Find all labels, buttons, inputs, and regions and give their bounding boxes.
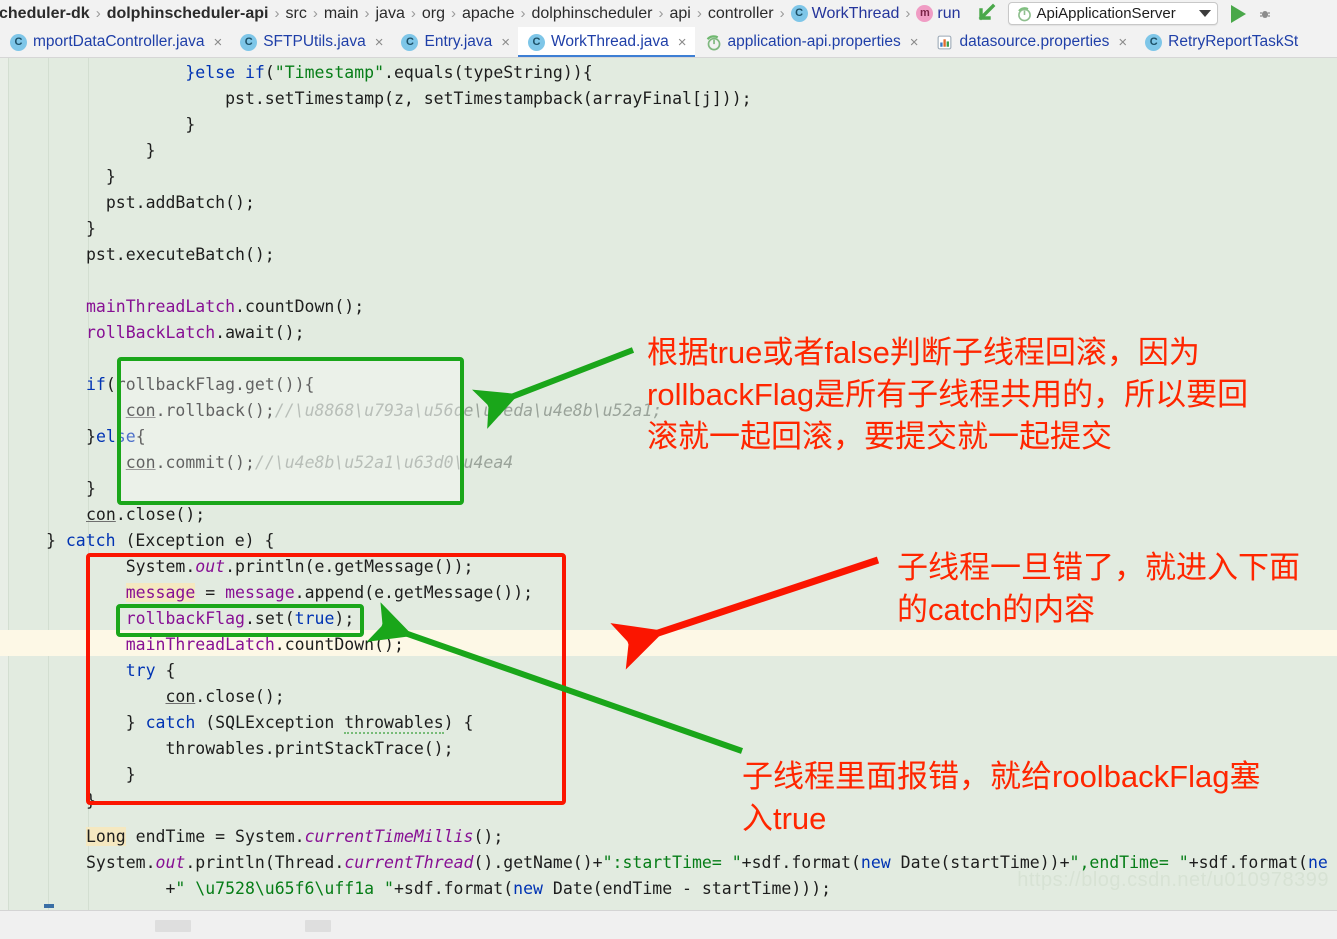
breadcrumb-separator: ›: [520, 5, 526, 22]
chevron-down-icon[interactable]: [1198, 10, 1211, 17]
spring-boot-icon: [1016, 6, 1032, 22]
breadcrumb-item-label: api: [669, 5, 691, 22]
breadcrumb-item-label: main: [323, 5, 359, 22]
breadcrumb-separator: ›: [410, 5, 416, 22]
breadcrumb-item-label: org: [421, 5, 445, 22]
breadcrumb-item-label: cheduler-dk: [0, 5, 90, 22]
run-configuration-selector[interactable]: ApiApplicationServer: [1007, 2, 1218, 25]
breadcrumb-item-src[interactable]: src: [280, 0, 311, 27]
editor-tab-workthread-java[interactable]: C WorkThread.java ×: [518, 27, 695, 57]
class-icon: C: [10, 33, 27, 51]
debug-button[interactable]: [1258, 7, 1272, 21]
breadcrumb-item-controller[interactable]: controller: [703, 0, 779, 27]
ide-window: cheduler-dk › dolphinscheduler-api › src › mai…: [0, 0, 1337, 939]
method-icon: m: [916, 5, 934, 22]
editor-tab-label: datasource.properties: [959, 33, 1110, 50]
editor-tab-label: WorkThread.java: [551, 33, 669, 50]
breadcrumb-separator: ›: [312, 5, 318, 22]
breadcrumb-bar: cheduler-dk › dolphinscheduler-api › src › mai…: [0, 0, 1337, 27]
run-configuration-label: ApiApplicationServer: [1036, 5, 1176, 22]
class-icon: C: [1145, 33, 1163, 51]
editor-tab-label: RetryReportTaskSt: [1168, 33, 1299, 50]
close-icon[interactable]: ×: [1118, 35, 1127, 50]
breadcrumb-item-api[interactable]: api: [664, 0, 695, 27]
editor-tab-label: mportDataController.java: [33, 33, 205, 50]
editor-tab-label: application-api.properties: [727, 33, 901, 50]
breadcrumb-separator: ›: [905, 5, 911, 22]
breadcrumb-item-label: dolphinscheduler: [531, 5, 653, 22]
status-bar: [0, 910, 1337, 939]
editor-tab-label: SFTPUtils.java: [263, 33, 366, 50]
editor-tab-mportdatacontroller-java[interactable]: CmportDataController.java ×: [0, 27, 231, 57]
breadcrumb-item-org[interactable]: org: [417, 0, 450, 27]
breadcrumb-item-dolphinscheduler-api[interactable]: dolphinscheduler-api: [102, 0, 274, 27]
breadcrumb-separator: ›: [274, 5, 280, 22]
breadcrumb-item-label: run: [937, 5, 961, 22]
code-editor[interactable]: }else if("Timestamp".equals(typeString))…: [0, 58, 1337, 910]
breadcrumb-separator: ›: [450, 5, 456, 22]
breadcrumb-item-workthread[interactable]: C WorkThread: [786, 0, 905, 27]
editor-tab-sftputils-java[interactable]: C SFTPUtils.java ×: [230, 27, 392, 57]
note-child-thread-error: 子线程一旦错了，就进入下面 的catch的内容: [897, 550, 1300, 627]
close-icon[interactable]: ×: [213, 35, 222, 50]
editor-tab-datasource-properties[interactable]: datasource.properties ×: [926, 27, 1136, 57]
breadcrumb-item-dolphinscheduler[interactable]: dolphinscheduler: [526, 0, 657, 27]
breadcrumb-item-label: java: [375, 5, 405, 22]
run-button[interactable]: [1230, 4, 1246, 23]
close-icon[interactable]: ×: [501, 35, 510, 50]
breadcrumb-separator: ›: [658, 5, 664, 22]
breadcrumb-item-label: src: [285, 5, 307, 22]
close-icon[interactable]: ×: [375, 35, 384, 50]
breadcrumb-item-java[interactable]: java: [371, 0, 410, 27]
editor-tab-entry-java[interactable]: C Entry.java ×: [391, 27, 519, 57]
code-text[interactable]: }else if("Timestamp".equals(typeString))…: [0, 58, 1328, 910]
class-icon: C: [401, 33, 419, 51]
breadcrumb-item-main[interactable]: main: [319, 0, 364, 27]
spring-properties-icon: [705, 34, 722, 51]
breadcrumb-item-label: apache: [461, 5, 515, 22]
breadcrumb-item-apache[interactable]: apache: [457, 0, 520, 27]
close-icon[interactable]: ×: [678, 35, 687, 50]
watermark: https://blog.csdn.net/u010978399: [1017, 869, 1329, 891]
breadcrumb-item-label: controller: [707, 5, 774, 22]
editor-tab-bar: CmportDataController.java × C SFTPUtils.jav…: [0, 27, 1337, 58]
breadcrumb-item-cheduler-dk[interactable]: cheduler-dk: [0, 0, 95, 27]
note-set-rollbackflag: 子线程里面报错，就给roolbackFlag塞 入true: [742, 759, 1261, 836]
undo-arrow-icon[interactable]: [976, 3, 1002, 25]
breadcrumb-separator: ›: [364, 5, 370, 22]
editor-tab-application-api-properties[interactable]: application-api.properties ×: [694, 27, 927, 57]
close-icon[interactable]: ×: [910, 35, 919, 50]
breadcrumb-item-run[interactable]: m run: [911, 0, 965, 27]
class-icon: C: [528, 33, 546, 51]
editor-marker: [44, 904, 54, 908]
status-chip[interactable]: [305, 920, 331, 932]
properties-icon: [936, 34, 953, 51]
run-toolbar: ApiApplicationServer: [976, 2, 1272, 25]
breadcrumb-item-label: dolphinscheduler-api: [106, 5, 269, 22]
breadcrumb-separator: ›: [95, 5, 101, 22]
note-rollback-decision: 根据true或者false判断子线程回滚，因为 rollbackFlag是所有子…: [647, 335, 1249, 454]
breadcrumb-separator: ›: [696, 5, 702, 22]
breadcrumb: cheduler-dk › dolphinscheduler-api › src › mai…: [0, 0, 966, 27]
class-icon: C: [240, 33, 258, 51]
breadcrumb-item-label: WorkThread: [811, 5, 900, 22]
status-chip[interactable]: [155, 920, 191, 932]
breadcrumb-separator: ›: [779, 5, 785, 22]
class-icon: C: [790, 5, 808, 22]
editor-tab-label: Entry.java: [424, 33, 493, 50]
editor-tab-retryreporttaskst[interactable]: C RetryReportTaskSt: [1135, 27, 1307, 57]
